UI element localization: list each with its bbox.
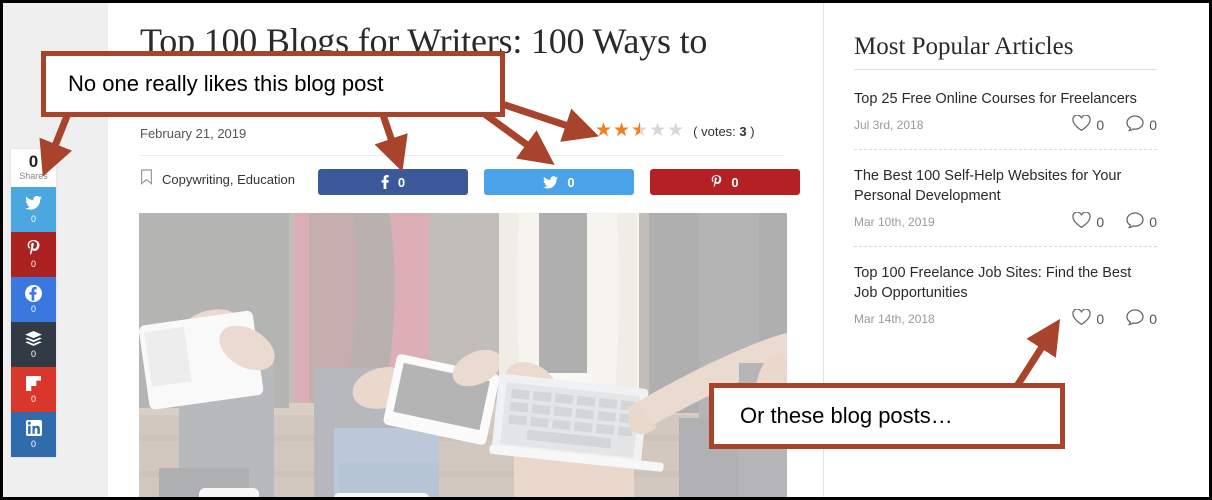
share-bar-flipboard-button[interactable]: 0 (11, 367, 56, 412)
comment-count: 0 (1149, 311, 1157, 327)
linkedin-icon (25, 420, 42, 437)
sidebar-article-title: Top 100 Freelance Job Sites: Find the Be… (854, 265, 1132, 301)
comment-stat[interactable]: 0 (1126, 309, 1157, 329)
share-bar-buffer-button[interactable]: 0 (11, 322, 56, 367)
votes-label: ( votes: 3 ) (693, 124, 754, 139)
share-total-label: Shares (19, 171, 48, 181)
sidebar-article-stats: 0 0 (1072, 114, 1157, 135)
annotation-callout-2: Or these blog posts… (709, 383, 1065, 449)
share-pinterest-count: 0 (731, 174, 739, 190)
floating-share-bar: 0 Shares 0 0 0 0 0 0 (11, 149, 56, 457)
like-count: 0 (1096, 117, 1105, 133)
share-bar-twitter-button[interactable]: 0 (11, 187, 56, 232)
article-rating[interactable]: ★★★★★ ★★★★★ ( votes: 3 ) (595, 121, 755, 141)
facebook-icon (25, 284, 42, 302)
sidebar-article-meta: Mar 10th, 2019 0 0 (854, 211, 1157, 232)
share-total: 0 Shares (11, 149, 56, 187)
share-twitter-button[interactable]: 0 (484, 169, 634, 195)
article-share-buttons: 0 0 0 (318, 169, 800, 195)
screenshot-frame: 0 Shares 0 0 0 0 0 0 Top 100 Blogs for W… (0, 0, 1212, 500)
share-bar-flipboard-count: 0 (30, 393, 36, 404)
heart-icon (1072, 308, 1092, 329)
meta-divider (140, 155, 785, 156)
votes-prefix: ( votes: (693, 123, 736, 139)
hero-image-overlay (139, 213, 787, 497)
share-bar-pinterest-count: 0 (30, 258, 36, 269)
article-categories[interactable]: Copywriting, Education (140, 169, 295, 190)
sidebar-article-3[interactable]: Top 100 Freelance Job Sites: Find the Be… (854, 263, 1157, 329)
article-hero-image (139, 213, 787, 497)
star-rating[interactable]: ★★★★★ ★★★★★ (595, 121, 685, 141)
twitter-icon (543, 175, 559, 189)
pinterest-icon (711, 175, 722, 189)
heart-icon (1072, 211, 1092, 232)
comment-icon (1126, 212, 1144, 232)
sidebar-article-stats: 0 0 (1072, 308, 1157, 329)
share-bar-facebook-count: 0 (30, 303, 36, 314)
like-count: 0 (1096, 311, 1105, 327)
sidebar-article-stats: 0 0 (1072, 211, 1157, 232)
share-bar-facebook-button[interactable]: 0 (11, 277, 56, 322)
sidebar-heading: Most Popular Articles (854, 33, 1074, 60)
comment-count: 0 (1149, 117, 1157, 133)
annotation-callout-1: No one really likes this blog post (41, 51, 505, 117)
share-bar-pinterest-button[interactable]: 0 (11, 232, 56, 277)
comment-stat[interactable]: 0 (1126, 212, 1157, 232)
annotation-callout-1-text: No one really likes this blog post (68, 71, 384, 96)
share-twitter-count: 0 (567, 174, 575, 190)
share-bar-linkedin-count: 0 (30, 438, 36, 449)
like-stat[interactable]: 0 (1072, 308, 1105, 329)
sidebar-article-date: Jul 3rd, 2018 (854, 118, 924, 132)
sidebar-separator-1 (854, 149, 1157, 150)
share-bar-linkedin-button[interactable]: 0 (11, 412, 56, 457)
share-total-count: 0 (28, 152, 39, 171)
twitter-icon (25, 195, 42, 212)
heart-icon (1072, 114, 1092, 135)
annotation-callout-2-text: Or these blog posts… (740, 403, 953, 428)
sidebar-article-date: Mar 10th, 2019 (854, 215, 935, 229)
votes-count: 3 (739, 123, 747, 139)
sidebar-article-meta: Jul 3rd, 2018 0 0 (854, 114, 1157, 135)
flipboard-icon (26, 375, 41, 392)
share-facebook-count: 0 (397, 174, 406, 190)
share-pinterest-button[interactable]: 0 (650, 169, 800, 195)
like-stat[interactable]: 0 (1072, 211, 1105, 232)
share-facebook-button[interactable]: 0 (318, 169, 468, 195)
comment-stat[interactable]: 0 (1126, 115, 1157, 135)
comment-icon (1126, 309, 1144, 329)
like-stat[interactable]: 0 (1072, 114, 1105, 135)
comment-icon (1126, 115, 1144, 135)
like-count: 0 (1096, 214, 1105, 230)
sidebar-heading-divider (854, 69, 1157, 70)
votes-suffix: ) (750, 123, 755, 139)
sidebar-article-1[interactable]: Top 25 Free Online Courses for Freelance… (854, 89, 1157, 135)
comment-count: 0 (1149, 214, 1157, 230)
sidebar-article-meta: Mar 14th, 2018 0 0 (854, 308, 1157, 329)
bookmark-icon (140, 169, 153, 190)
facebook-icon (381, 175, 389, 189)
article-date: February 21, 2019 (140, 126, 247, 141)
buffer-icon (25, 330, 42, 347)
star-rating-filled: ★★★★★ (595, 121, 640, 141)
pinterest-icon (26, 239, 41, 257)
share-bar-twitter-count: 0 (30, 213, 36, 224)
sidebar-article-date: Mar 14th, 2018 (854, 312, 935, 326)
sidebar-article-2[interactable]: The Best 100 Self-Help Websites for Your… (854, 166, 1157, 232)
sidebar-article-title: Top 25 Free Online Courses for Freelance… (854, 91, 1137, 107)
sidebar-separator-2 (854, 246, 1157, 247)
sidebar-article-title: The Best 100 Self-Help Websites for Your… (854, 168, 1122, 204)
share-bar-buffer-count: 0 (30, 348, 36, 359)
article-categories-text: Copywriting, Education (162, 172, 295, 187)
